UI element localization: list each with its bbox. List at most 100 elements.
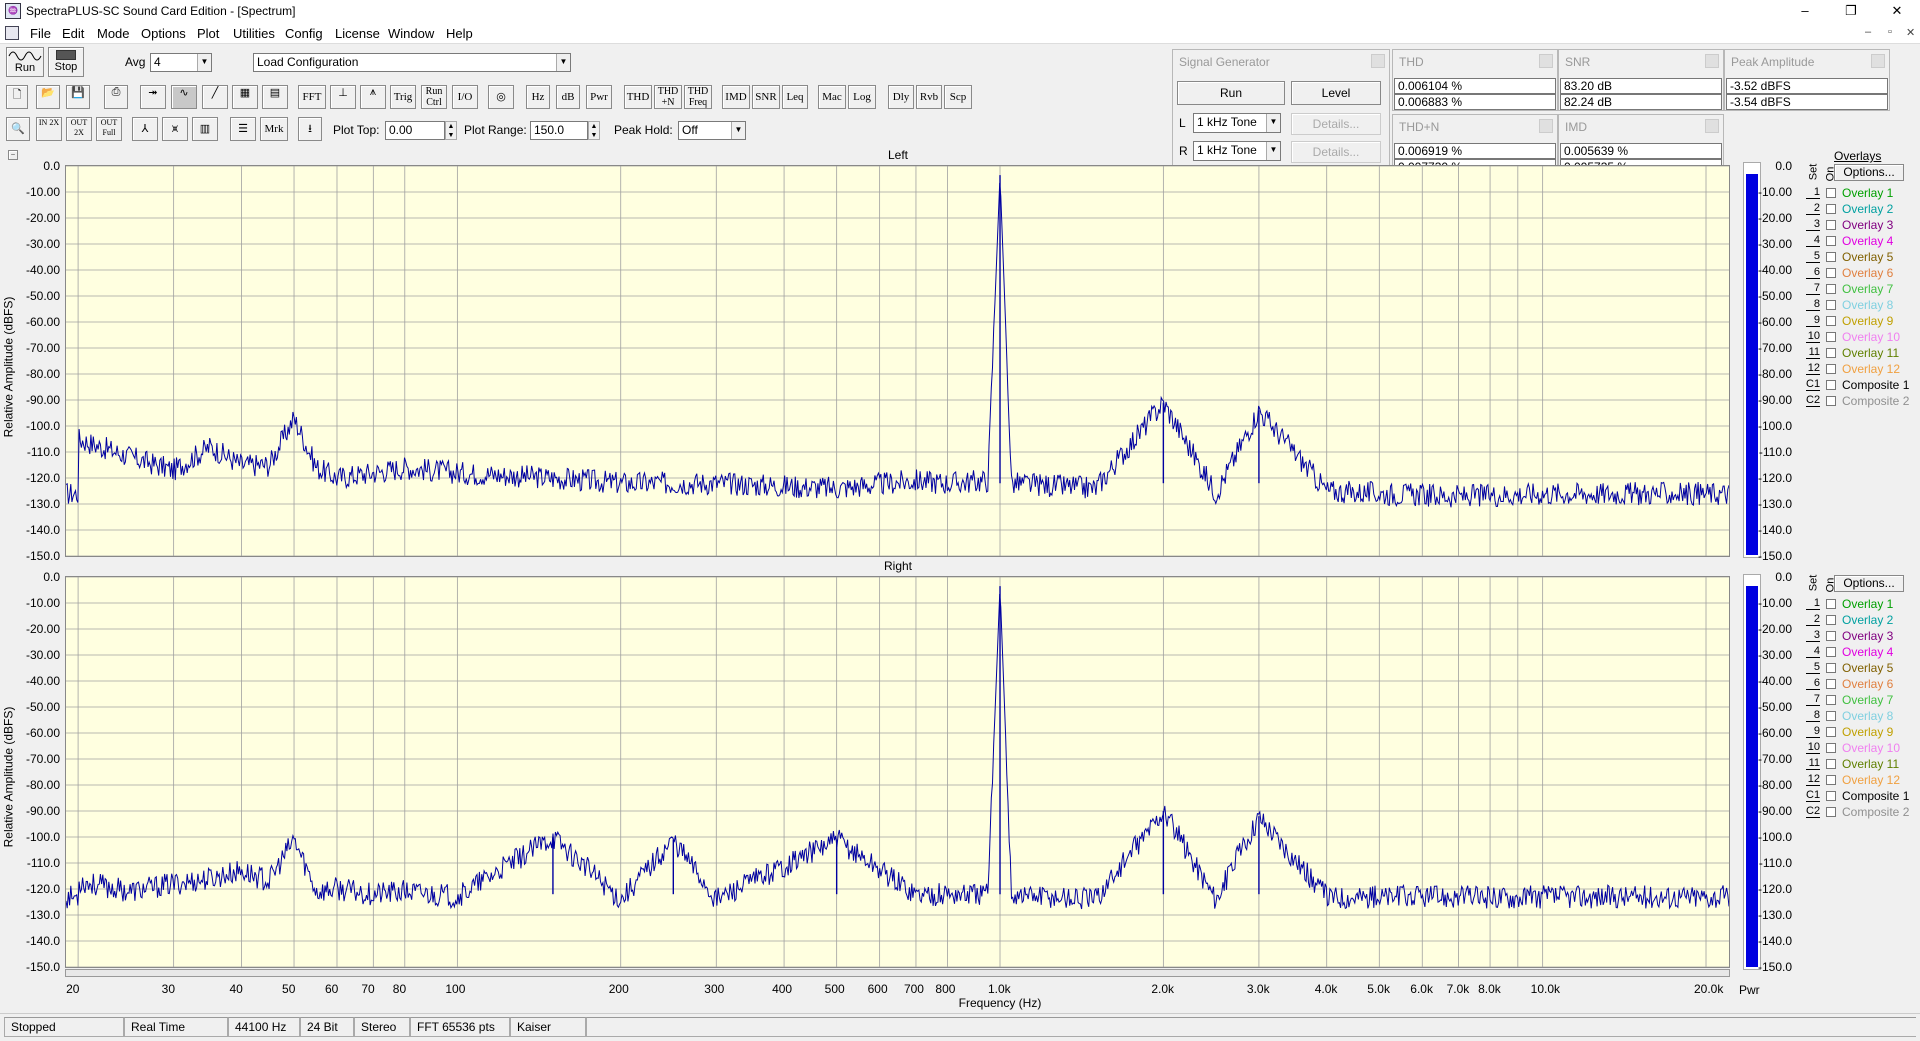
panel-close-icon[interactable]: [1871, 54, 1885, 68]
calibration-icon[interactable]: ⩚: [360, 85, 386, 109]
menu-utilities[interactable]: Utilities: [233, 26, 275, 41]
overlay-checkbox[interactable]: [1826, 775, 1836, 785]
zoom-icon[interactable]: 🔍: [6, 117, 30, 141]
left-tone-select[interactable]: 1 kHz Tone ▼: [1193, 113, 1281, 133]
bar-plot-icon[interactable]: ▥: [192, 117, 218, 141]
overlay-set-button[interactable]: 12: [1806, 362, 1820, 375]
overlays-options-button[interactable]: Options...: [1834, 164, 1904, 181]
siggen-level-button[interactable]: Level: [1291, 81, 1381, 105]
child-minimize-button[interactable]: –: [1865, 26, 1871, 38]
run-ctrl-button[interactable]: Run Ctrl: [421, 85, 447, 109]
overlay-checkbox[interactable]: [1826, 300, 1836, 310]
overlay-checkbox[interactable]: [1826, 364, 1836, 374]
overlay-checkbox[interactable]: [1826, 316, 1836, 326]
menu-mode[interactable]: Mode: [97, 26, 130, 41]
panel-close-icon[interactable]: [1371, 54, 1385, 68]
overlay-checkbox[interactable]: [1826, 647, 1836, 657]
overlay-set-button[interactable]: 7: [1806, 693, 1820, 706]
hz-button[interactable]: Hz: [526, 85, 550, 109]
imd-button[interactable]: IMD: [722, 85, 750, 109]
overlay-set-button[interactable]: 11: [1806, 346, 1820, 359]
overlay-set-button[interactable]: 8: [1806, 298, 1820, 311]
overlay-set-button[interactable]: C1: [1806, 378, 1820, 391]
plot-range-input[interactable]: 150.0: [530, 121, 588, 140]
menu-file[interactable]: File: [30, 26, 51, 41]
overlay-set-button[interactable]: 12: [1806, 773, 1820, 786]
left-spectrum-plot[interactable]: [65, 165, 1730, 557]
overlay-set-button[interactable]: 9: [1806, 314, 1820, 327]
io-button[interactable]: I/O: [452, 85, 478, 109]
panel-close-icon[interactable]: [1539, 54, 1553, 68]
trig-button[interactable]: Trig: [390, 85, 416, 109]
overlay-checkbox[interactable]: [1826, 284, 1836, 294]
overlay-checkbox[interactable]: [1826, 759, 1836, 769]
overlay-set-button[interactable]: C2: [1806, 394, 1820, 407]
mac-button[interactable]: Mac: [818, 85, 846, 109]
plot-range-spinner[interactable]: ▲ ▼: [588, 121, 600, 140]
plot-top-input[interactable]: 0.00: [385, 121, 445, 140]
overlay-set-button[interactable]: 8: [1806, 709, 1820, 722]
overlay-checkbox[interactable]: [1826, 615, 1836, 625]
overlay-checkbox[interactable]: [1826, 663, 1836, 673]
menu-config[interactable]: Config: [285, 26, 323, 41]
overlay-set-button[interactable]: 4: [1806, 234, 1820, 247]
peak-hold-select[interactable]: Off ▼: [678, 121, 746, 140]
new-icon[interactable]: 🗋: [6, 85, 28, 109]
thd-freq-button[interactable]: THD Freq: [684, 85, 712, 109]
menu-plot[interactable]: Plot: [197, 26, 219, 41]
vertical-scale-icon[interactable]: ⭳: [298, 117, 322, 141]
overlay-set-button[interactable]: 2: [1806, 613, 1820, 626]
overlay-checkbox[interactable]: [1826, 332, 1836, 342]
rvb-button[interactable]: Rvb: [916, 85, 942, 109]
overlay-set-button[interactable]: 1: [1806, 186, 1820, 199]
overlay-set-button[interactable]: 5: [1806, 661, 1820, 674]
fft-button[interactable]: FFT: [298, 85, 326, 109]
overlay-checkbox[interactable]: [1826, 791, 1836, 801]
panel-close-icon[interactable]: [1539, 119, 1553, 133]
overlay-checkbox[interactable]: [1826, 204, 1836, 214]
save-icon[interactable]: 💾: [66, 85, 90, 109]
menu-edit[interactable]: Edit: [62, 26, 84, 41]
menu-window[interactable]: Window: [388, 26, 434, 41]
overlay-checkbox[interactable]: [1826, 743, 1836, 753]
load-configuration-select[interactable]: Load Configuration ▼: [253, 53, 571, 72]
run-button[interactable]: Run: [6, 47, 44, 77]
avg-select[interactable]: 4 ▼: [150, 53, 212, 72]
overlay-checkbox[interactable]: [1826, 807, 1836, 817]
area-plot-icon[interactable]: ⩙: [162, 117, 188, 141]
pwr-button[interactable]: Pwr: [586, 85, 612, 109]
spectrogram-icon[interactable]: ▦: [232, 85, 258, 109]
zoom-in-2x-button[interactable]: IN 2X: [36, 117, 62, 141]
overlay-set-button[interactable]: 3: [1806, 629, 1820, 642]
panel-close-icon[interactable]: [1705, 54, 1719, 68]
thdn-button[interactable]: THD +N: [654, 85, 682, 109]
line-plot-icon[interactable]: ⅄: [132, 117, 158, 141]
stop-button[interactable]: Stop: [48, 47, 84, 77]
overlays-options-button-right[interactable]: Options...: [1834, 575, 1904, 592]
overlay-set-button[interactable]: C1: [1806, 789, 1820, 802]
overlay-set-button[interactable]: 2: [1806, 202, 1820, 215]
db-button[interactable]: dB: [556, 85, 580, 109]
right-spectrum-plot[interactable]: [65, 576, 1730, 968]
overlay-checkbox[interactable]: [1826, 188, 1836, 198]
3d-surface-icon[interactable]: ▤: [262, 85, 288, 109]
open-folder-icon[interactable]: 📂: [36, 85, 60, 109]
overlay-set-button[interactable]: 7: [1806, 282, 1820, 295]
plot-top-spinner[interactable]: ▲ ▼: [445, 121, 457, 140]
log-button[interactable]: Log: [848, 85, 876, 109]
scp-button[interactable]: Scp: [944, 85, 972, 109]
forward-icon[interactable]: ⯮: [140, 85, 166, 109]
waveform-icon[interactable]: ╱: [202, 85, 228, 109]
print-icon[interactable]: ⎙: [104, 85, 128, 109]
spectrum-mode-icon[interactable]: ∿: [171, 85, 197, 109]
overlay-checkbox[interactable]: [1826, 599, 1836, 609]
overlay-set-button[interactable]: 10: [1806, 330, 1820, 343]
overlay-set-button[interactable]: 9: [1806, 725, 1820, 738]
leq-button[interactable]: Leq: [782, 85, 808, 109]
overlay-set-button[interactable]: 4: [1806, 645, 1820, 658]
overlay-checkbox[interactable]: [1826, 631, 1836, 641]
overlay-checkbox[interactable]: [1826, 695, 1836, 705]
document-icon[interactable]: [5, 26, 19, 40]
overlay-checkbox[interactable]: [1826, 268, 1836, 278]
overlay-checkbox[interactable]: [1826, 727, 1836, 737]
